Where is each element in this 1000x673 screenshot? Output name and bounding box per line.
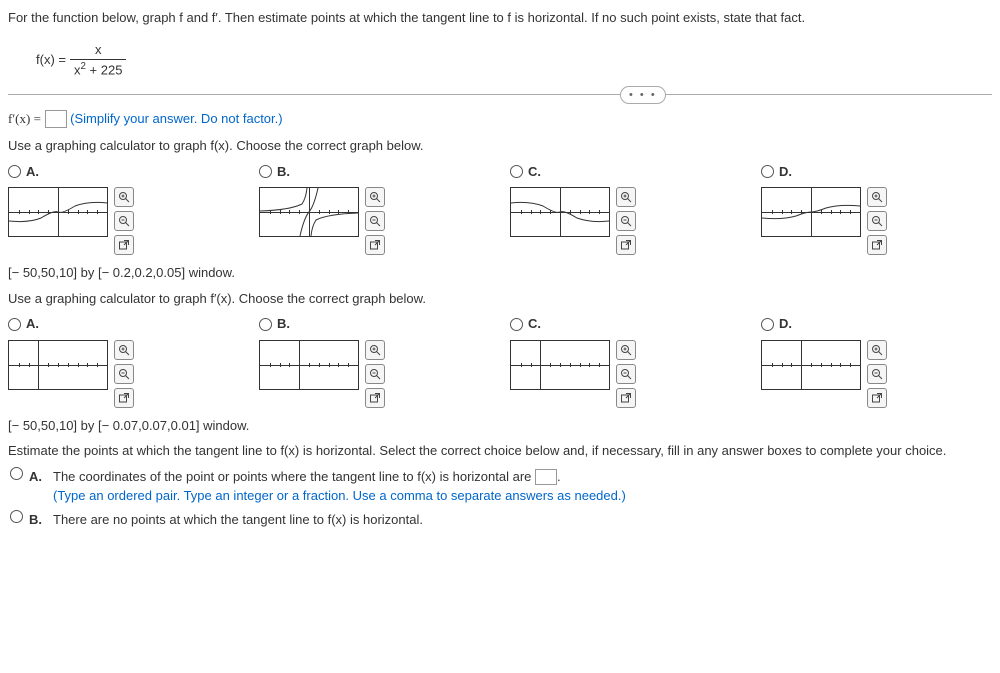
option-c[interactable]: C. bbox=[510, 162, 741, 256]
radio-c[interactable] bbox=[510, 318, 523, 331]
graph-thumbnail-c bbox=[510, 187, 610, 237]
final-a-input[interactable] bbox=[535, 469, 557, 485]
zoom-out-icon[interactable] bbox=[114, 211, 134, 231]
zoom-out-icon[interactable] bbox=[616, 211, 636, 231]
zoom-in-icon[interactable] bbox=[867, 187, 887, 207]
final-instruction: Estimate the points at which the tangent… bbox=[8, 441, 992, 461]
zoom-out-icon[interactable] bbox=[114, 364, 134, 384]
radio-a[interactable] bbox=[8, 318, 21, 331]
graph-f-instruction: Use a graphing calculator to graph f(x).… bbox=[8, 136, 992, 156]
derivative-input[interactable] bbox=[45, 110, 67, 128]
fraction: x x2 + 225 bbox=[70, 40, 126, 80]
window-spec-1: [− 50,50,10] by [− 0.2,0.2,0.05] window. bbox=[8, 263, 992, 283]
option-c[interactable]: C. bbox=[510, 314, 741, 408]
graph-thumbnail-b bbox=[259, 340, 359, 390]
derivative-hint: (Simplify your answer. Do not factor.) bbox=[70, 111, 282, 126]
zoom-out-icon[interactable] bbox=[867, 211, 887, 231]
option-b[interactable]: B. bbox=[259, 314, 490, 408]
final-label-a: A. bbox=[29, 467, 47, 487]
fprime-label: f′(x) = bbox=[8, 111, 41, 126]
option-a[interactable]: A. bbox=[8, 162, 239, 256]
radio-final-a[interactable] bbox=[10, 467, 23, 480]
radio-b[interactable] bbox=[259, 318, 272, 331]
final-a-hint: (Type an ordered pair. Type an integer o… bbox=[53, 486, 626, 506]
option-b[interactable]: B. bbox=[259, 162, 490, 256]
open-external-icon[interactable] bbox=[867, 235, 887, 255]
window-spec-2: [− 50,50,10] by [− 0.07,0.07,0.01] windo… bbox=[8, 416, 992, 436]
graph-fprime-options: A. B. C. bbox=[8, 314, 992, 408]
graph-thumbnail-c bbox=[510, 340, 610, 390]
zoom-in-icon[interactable] bbox=[616, 187, 636, 207]
final-choice-a[interactable]: A. The coordinates of the point or point… bbox=[10, 467, 992, 506]
open-external-icon[interactable] bbox=[365, 235, 385, 255]
radio-b[interactable] bbox=[259, 165, 272, 178]
final-label-b: B. bbox=[29, 510, 47, 530]
zoom-out-icon[interactable] bbox=[867, 364, 887, 384]
graph-fprime-instruction: Use a graphing calculator to graph f′(x)… bbox=[8, 289, 992, 309]
zoom-in-icon[interactable] bbox=[365, 340, 385, 360]
expand-pill[interactable]: • • • bbox=[620, 86, 666, 105]
graph-thumbnail-d bbox=[761, 187, 861, 237]
fraction-numerator: x bbox=[70, 40, 126, 61]
option-a[interactable]: A. bbox=[8, 314, 239, 408]
radio-d[interactable] bbox=[761, 165, 774, 178]
final-a-text: The coordinates of the point or points w… bbox=[53, 467, 626, 487]
radio-a[interactable] bbox=[8, 165, 21, 178]
zoom-in-icon[interactable] bbox=[365, 187, 385, 207]
zoom-out-icon[interactable] bbox=[365, 211, 385, 231]
zoom-in-icon[interactable] bbox=[114, 340, 134, 360]
zoom-in-icon[interactable] bbox=[114, 187, 134, 207]
graph-thumbnail-b bbox=[259, 187, 359, 237]
graph-thumbnail-d bbox=[761, 340, 861, 390]
divider: • • • bbox=[8, 94, 992, 95]
question-prompt: For the function below, graph f and f′. … bbox=[8, 8, 992, 28]
derivative-row: f′(x) = (Simplify your answer. Do not fa… bbox=[8, 109, 992, 129]
graph-f-options: A. B. bbox=[8, 162, 992, 256]
open-external-icon[interactable] bbox=[867, 388, 887, 408]
zoom-out-icon[interactable] bbox=[365, 364, 385, 384]
open-external-icon[interactable] bbox=[114, 388, 134, 408]
option-d[interactable]: D. bbox=[761, 314, 992, 408]
radio-d[interactable] bbox=[761, 318, 774, 331]
open-external-icon[interactable] bbox=[616, 388, 636, 408]
open-external-icon[interactable] bbox=[114, 235, 134, 255]
final-b-text: There are no points at which the tangent… bbox=[53, 510, 423, 530]
radio-c[interactable] bbox=[510, 165, 523, 178]
fx-label: f(x) = bbox=[36, 50, 66, 70]
final-choices: A. The coordinates of the point or point… bbox=[8, 467, 992, 530]
open-external-icon[interactable] bbox=[616, 235, 636, 255]
graph-thumbnail-a bbox=[8, 340, 108, 390]
graph-thumbnail-a bbox=[8, 187, 108, 237]
final-choice-b[interactable]: B. There are no points at which the tang… bbox=[10, 510, 992, 530]
zoom-in-icon[interactable] bbox=[616, 340, 636, 360]
zoom-out-icon[interactable] bbox=[616, 364, 636, 384]
function-definition: f(x) = x x2 + 225 bbox=[36, 40, 992, 80]
fraction-denominator: x2 + 225 bbox=[70, 60, 126, 80]
open-external-icon[interactable] bbox=[365, 388, 385, 408]
radio-final-b[interactable] bbox=[10, 510, 23, 523]
option-d[interactable]: D. bbox=[761, 162, 992, 256]
zoom-in-icon[interactable] bbox=[867, 340, 887, 360]
